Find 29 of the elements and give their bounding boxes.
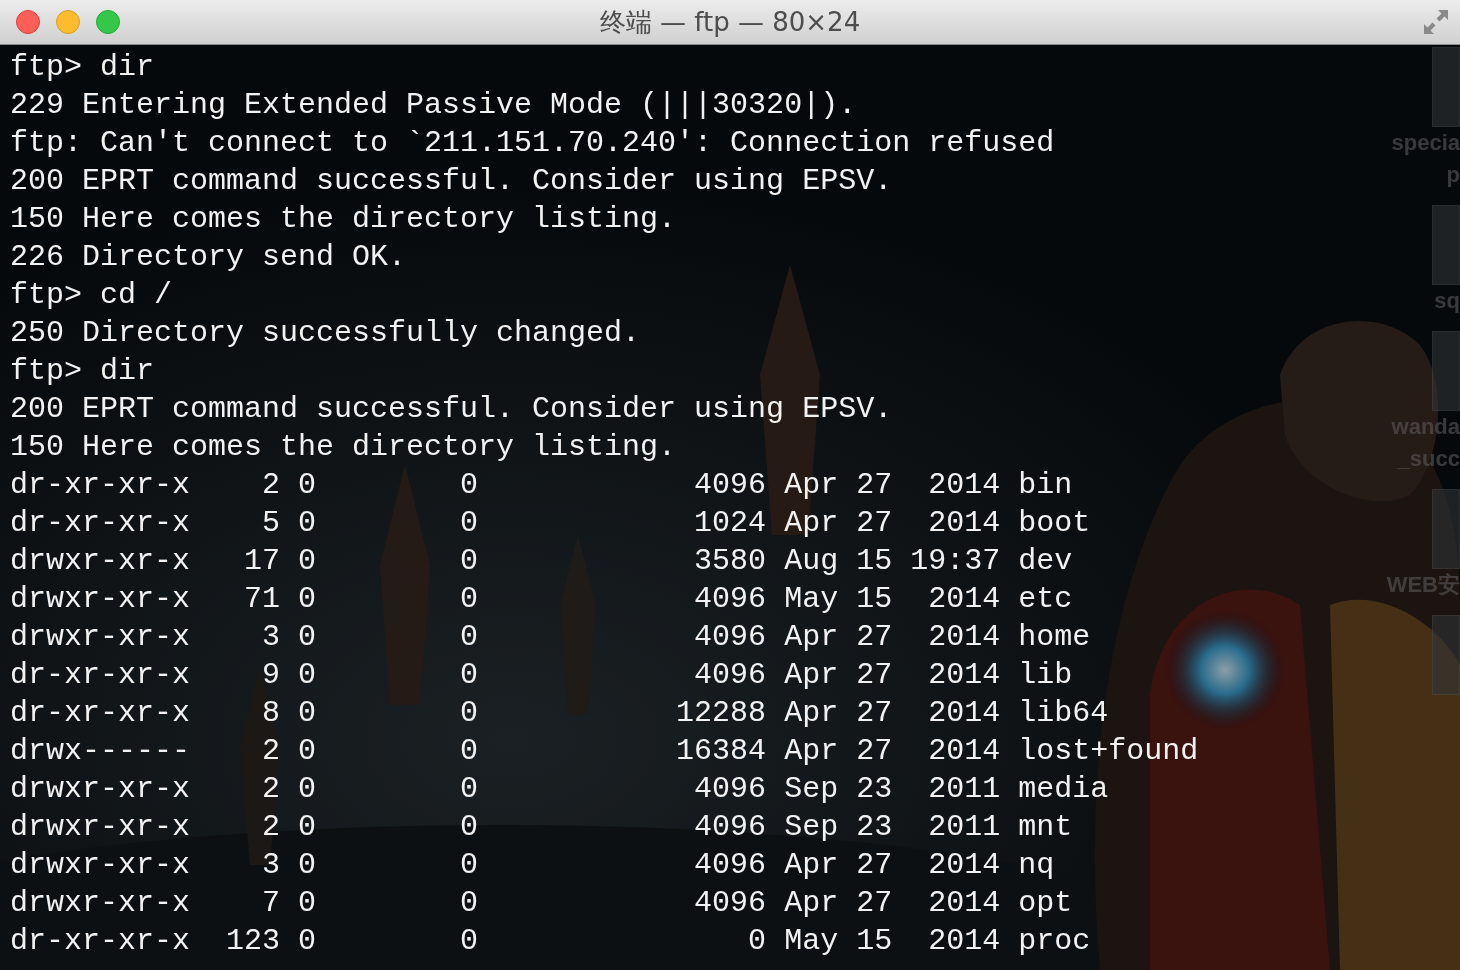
terminal-line: dr-xr-xr-x 9 0 0 4096 Apr 27 2014 lib [10,657,1073,694]
terminal-line: dr-xr-xr-x 8 0 0 12288 Apr 27 2014 lib64 [10,695,1109,732]
zoom-button[interactable] [96,10,120,34]
terminal-line: drwxr-xr-x 2 0 0 4096 Sep 23 2011 media [10,771,1109,808]
terminal-line: 150 Here comes the directory listing. [10,429,677,466]
terminal-line: ftp> dir [10,353,155,390]
terminal-line: 200 EPRT command successful. Consider using EPSV. [10,163,893,200]
terminal-line: 200 EPRT command successful. Consider using EPSV. [10,391,893,428]
terminal-line: drwxr-xr-x 3 0 0 4096 Apr 27 2014 nq [10,847,1055,884]
fullscreen-icon[interactable] [1422,8,1450,36]
terminal-line: dr-xr-xr-x 5 0 0 1024 Apr 27 2014 boot [10,505,1091,542]
terminal-line: drwx------ 2 0 0 16384 Apr 27 2014 lost+found [10,733,1199,770]
terminal-line: 226 Directory send OK. [10,239,407,276]
terminal-line: dr-xr-xr-x 123 0 0 0 May 15 2014 proc [10,923,1091,960]
close-button[interactable] [16,10,40,34]
terminal-line: drwxr-xr-x 7 0 0 4096 Apr 27 2014 opt [10,885,1073,922]
terminal-line: ftp: Can't connect to `211.151.70.240': Connection refused [10,125,1055,162]
terminal-line: drwxr-xr-x 17 0 0 3580 Aug 15 19:37 dev [10,543,1073,580]
window-title: 终端 — ftp — 80×24 [599,5,861,39]
terminal-line: drwxr-xr-x 3 0 0 4096 Apr 27 2014 home [10,619,1091,656]
terminal-line: 150 Here comes the directory listing. [10,201,677,238]
terminal-line: 250 Directory successfully changed. [10,315,641,352]
terminal-line: ftp> cd / [10,277,173,314]
terminal-line: drwxr-xr-x 2 0 0 4096 Sep 23 2011 mnt [10,809,1073,846]
terminal-line: ftp> dir [10,49,155,86]
terminal-line: 229 Entering Extended Passive Mode (|||30320|). [10,87,857,124]
terminal-line: dr-xr-xr-x 2 0 0 4096 Apr 27 2014 bin [10,467,1073,504]
terminal-line: drwxr-xr-x 71 0 0 4096 May 15 2014 etc [10,581,1073,618]
minimize-button[interactable] [56,10,80,34]
